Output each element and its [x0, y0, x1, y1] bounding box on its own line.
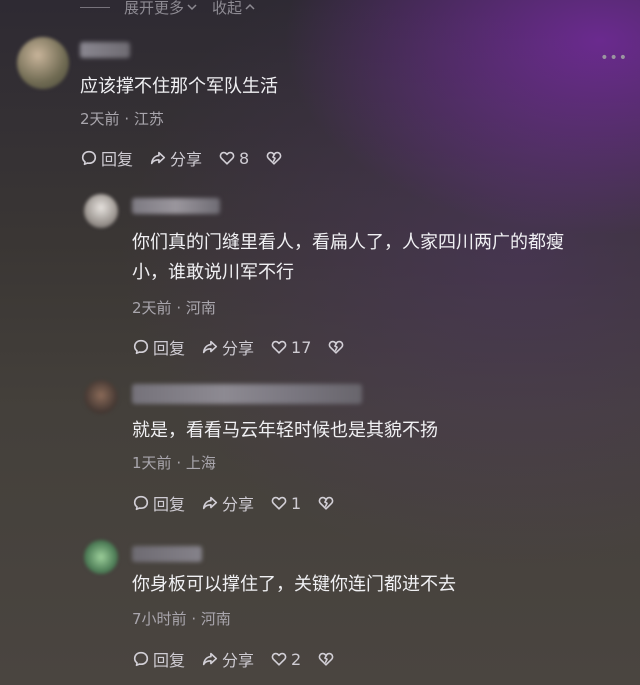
comment-text: 你身板可以撑住了，关键你连门都进不去 [132, 570, 456, 600]
share-arrow-icon [202, 652, 218, 666]
comment-meta: 2天前 · 河南 [132, 297, 216, 318]
comment-location: 河南 [200, 610, 231, 628]
comment-text: 你们真的门缝里看人，看扁人了，人家四川两广的都瘦 小，谁敢说川军不行 [132, 228, 564, 288]
reply-label: 回复 [153, 651, 186, 670]
avatar[interactable] [84, 380, 118, 414]
meta-separator: · [176, 299, 182, 317]
comment-text-line: 应该撑不住那个军队生活 [80, 76, 278, 97]
expand-collapse-bar: 展开更多 收起 [80, 0, 256, 20]
reply-label: 回复 [101, 150, 134, 169]
comment-text-line: 你们真的门缝里看人，看扁人了，人家四川两广的都瘦 [132, 232, 564, 253]
like-count: 8 [239, 148, 250, 168]
more-dots-icon[interactable]: ••• [600, 50, 628, 66]
comment-time: 2天前 [132, 299, 172, 317]
reply-bubble-icon [81, 150, 97, 166]
collapse-button[interactable]: 收起 [212, 0, 256, 18]
share-label: 分享 [222, 651, 255, 670]
broken-heart-icon [328, 340, 344, 354]
meta-separator: · [191, 610, 197, 628]
reply-label: 回复 [153, 339, 186, 358]
username-redacted[interactable] [132, 384, 362, 404]
comment-actions: 回复 分享 8 [80, 146, 299, 170]
comment-actions: 回复 分享 1 [132, 491, 351, 515]
avatar[interactable] [17, 37, 69, 89]
comment-meta: 7小时前 · 河南 [132, 608, 231, 629]
reply-button[interactable]: 回复 [132, 647, 185, 671]
comment-location: 河南 [185, 299, 216, 317]
expand-more-label: 展开更多 [124, 0, 185, 17]
share-button[interactable]: 分享 [201, 335, 254, 359]
broken-heart-icon [318, 496, 334, 510]
like-button[interactable]: 1 [270, 494, 301, 513]
meta-separator: · [124, 110, 130, 128]
comment-actions: 回复 分享 2 [132, 647, 351, 671]
username-redacted[interactable] [132, 198, 220, 214]
comment-meta: 2天前 · 江苏 [80, 108, 164, 129]
comment-text: 就是，看看马云年轻时候也是其貌不扬 [132, 416, 438, 446]
dislike-button[interactable] [265, 149, 283, 167]
share-arrow-icon [202, 496, 218, 510]
comment-time: 2天前 [80, 110, 120, 128]
avatar[interactable] [84, 540, 118, 574]
comment-text-line: 你身板可以撑住了，关键你连门都进不去 [132, 574, 456, 595]
reply-button[interactable]: 回复 [132, 491, 185, 515]
comment-time: 7小时前 [132, 610, 187, 628]
like-count: 17 [291, 337, 312, 357]
dislike-button[interactable] [327, 338, 345, 356]
share-button[interactable]: 分享 [201, 647, 254, 671]
reply-button[interactable]: 回复 [80, 146, 133, 170]
chevron-down-icon [187, 4, 197, 11]
comment-time: 1天前 [132, 454, 172, 472]
comment-text-line: 小，谁敢说川军不行 [132, 262, 294, 283]
heart-icon [219, 151, 235, 165]
reply-label: 回复 [153, 495, 186, 514]
broken-heart-icon [266, 151, 282, 165]
reply-button[interactable]: 回复 [132, 335, 185, 359]
share-arrow-icon [202, 340, 218, 354]
reply-bubble-icon [133, 339, 149, 355]
like-button[interactable]: 2 [270, 650, 301, 669]
username-redacted[interactable] [132, 546, 202, 562]
share-label: 分享 [222, 339, 255, 358]
avatar[interactable] [84, 194, 118, 228]
reply-bubble-icon [133, 495, 149, 511]
divider-line [80, 6, 110, 8]
heart-icon [271, 340, 287, 354]
heart-icon [271, 496, 287, 510]
comment-location: 江苏 [133, 110, 164, 128]
share-button[interactable]: 分享 [149, 146, 202, 170]
comment-text: 应该撑不住那个军队生活 [80, 72, 278, 102]
dislike-button[interactable] [317, 650, 335, 668]
like-count: 1 [291, 493, 302, 513]
reply-bubble-icon [133, 651, 149, 667]
comment-actions: 回复 分享 17 [132, 335, 361, 359]
comment-location: 上海 [185, 454, 216, 472]
heart-icon [271, 652, 287, 666]
like-button[interactable]: 17 [270, 338, 311, 357]
broken-heart-icon [318, 652, 334, 666]
comment-text-line: 就是，看看马云年轻时候也是其貌不扬 [132, 420, 438, 441]
comment-meta: 1天前 · 上海 [132, 452, 216, 473]
like-button[interactable]: 8 [218, 149, 249, 168]
collapse-label: 收起 [212, 0, 243, 17]
username-redacted[interactable] [80, 42, 130, 58]
share-button[interactable]: 分享 [201, 491, 254, 515]
share-arrow-icon [150, 151, 166, 165]
dislike-button[interactable] [317, 494, 335, 512]
share-label: 分享 [170, 150, 203, 169]
meta-separator: · [176, 454, 182, 472]
share-label: 分享 [222, 495, 255, 514]
like-count: 2 [291, 649, 302, 669]
expand-more-button[interactable]: 展开更多 [124, 0, 198, 18]
chevron-up-icon [245, 3, 255, 10]
